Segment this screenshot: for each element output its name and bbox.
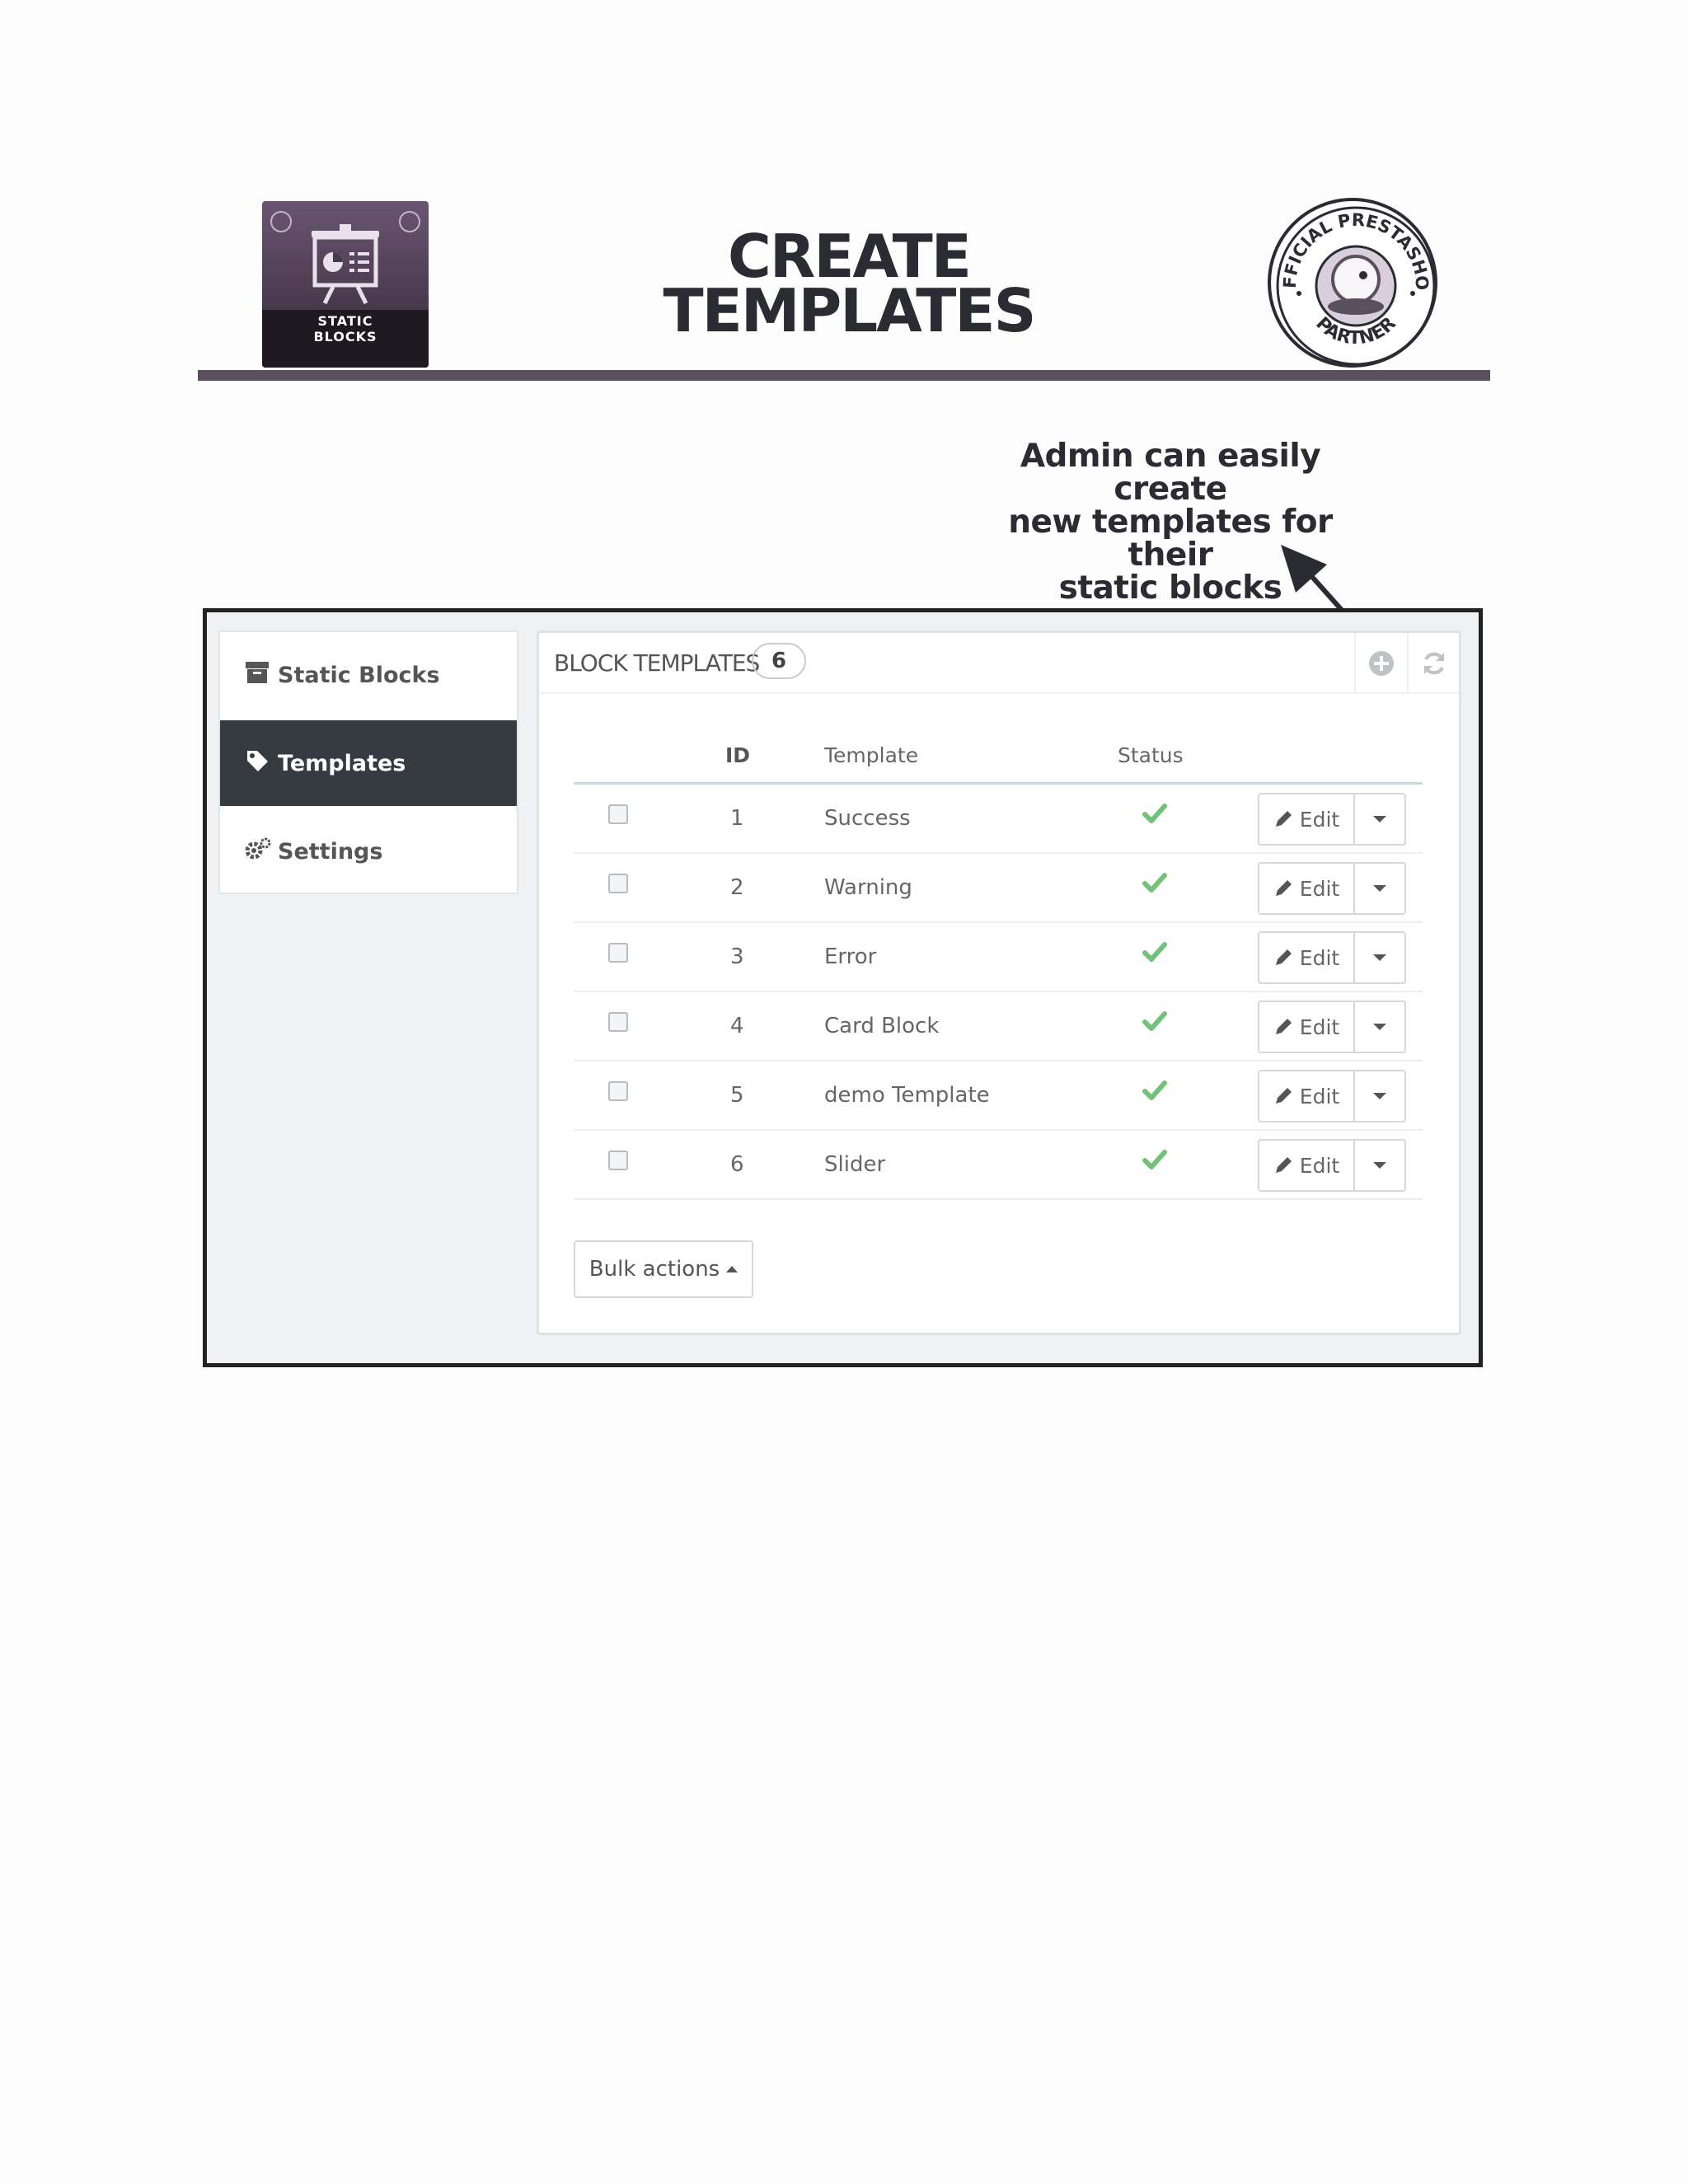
sidebar: Static Blocks Templates Settings <box>218 630 518 894</box>
sidebar-item-templates[interactable]: Templates <box>220 720 517 806</box>
row-id: 2 <box>730 875 744 900</box>
edit-label: Edit <box>1299 1015 1340 1039</box>
archive-icon <box>245 661 270 689</box>
logo-text: STATIC BLOCKS <box>313 313 377 344</box>
row-template-name: Success <box>824 806 911 831</box>
add-circle-icon <box>1369 651 1394 676</box>
column-header-template[interactable]: Template <box>824 743 918 767</box>
status-enabled-icon[interactable] <box>1142 1080 1167 1107</box>
templates-table: ID Template Status 1 Success Edit 2 Warn… <box>574 715 1423 1200</box>
edit-button[interactable]: Edit <box>1258 1139 1353 1192</box>
row-template-name: Card Block <box>824 1014 940 1038</box>
edit-label: Edit <box>1299 807 1340 832</box>
table-row: 5 demo Template Edit <box>574 1062 1423 1131</box>
pencil-icon <box>1275 1019 1292 1034</box>
row-checkbox[interactable] <box>608 804 628 824</box>
caret-down-icon <box>1373 1093 1386 1099</box>
status-enabled-icon[interactable] <box>1142 803 1167 830</box>
pencil-icon <box>1275 1157 1292 1173</box>
row-actions-dropdown[interactable] <box>1353 793 1406 846</box>
logo-corner-icon <box>399 211 420 232</box>
count-badge: 6 <box>752 643 806 679</box>
row-actions-dropdown[interactable] <box>1353 1001 1406 1053</box>
row-id: 3 <box>730 944 744 969</box>
pencil-icon <box>1275 1088 1292 1104</box>
edit-button[interactable]: Edit <box>1258 1001 1353 1053</box>
bulk-actions-label: Bulk actions <box>588 1257 720 1282</box>
row-checkbox[interactable] <box>608 1012 628 1032</box>
table-row: 4 Card Block Edit <box>574 992 1423 1062</box>
row-template-name: Slider <box>824 1152 886 1177</box>
sidebar-item-label: Static Blocks <box>278 662 440 688</box>
page-title: CREATE TEMPLATES <box>663 222 1037 345</box>
table-body: 1 Success Edit 2 Warning Edit 3 Error Ed… <box>574 785 1423 1200</box>
refresh-icon <box>1424 652 1444 675</box>
status-enabled-icon[interactable] <box>1142 941 1167 968</box>
edit-button[interactable]: Edit <box>1258 862 1353 915</box>
caret-down-icon <box>1373 1162 1386 1169</box>
table-header: ID Template Status <box>574 715 1423 785</box>
cogs-icon <box>245 837 271 866</box>
row-actions-dropdown[interactable] <box>1353 862 1406 915</box>
row-actions-dropdown[interactable] <box>1353 931 1406 984</box>
row-template-name: Warning <box>824 875 912 900</box>
partner-seal-icon: OFFICIAL PRESTASHOP PARTNER <box>1271 201 1436 366</box>
pencil-icon <box>1275 880 1292 896</box>
prestashop-partner-badge: OFFICIAL PRESTASHOP PARTNER <box>1268 198 1437 368</box>
edit-label: Edit <box>1299 945 1340 970</box>
logo-corner-icon <box>270 211 292 232</box>
edit-button[interactable]: Edit <box>1258 931 1353 984</box>
edit-label: Edit <box>1299 876 1340 901</box>
caret-down-icon <box>1373 1024 1386 1030</box>
block-templates-panel: BLOCK TEMPLATES 6 ID Template Status 1 S… <box>537 630 1461 1335</box>
status-enabled-icon[interactable] <box>1142 872 1167 899</box>
row-checkbox[interactable] <box>608 1081 628 1101</box>
refresh-button[interactable] <box>1407 633 1460 694</box>
row-template-name: demo Template <box>824 1083 990 1108</box>
caret-down-icon <box>1373 954 1386 961</box>
row-actions-dropdown[interactable] <box>1353 1070 1406 1122</box>
row-id: 5 <box>730 1083 744 1108</box>
column-header-status[interactable]: Status <box>1118 743 1184 767</box>
panel-header: BLOCK TEMPLATES 6 <box>539 633 1459 694</box>
bulk-actions-button[interactable]: Bulk actions <box>574 1240 753 1298</box>
table-row: 3 Error Edit <box>574 923 1423 992</box>
status-enabled-icon[interactable] <box>1142 1149 1167 1176</box>
row-checkbox[interactable] <box>608 943 628 963</box>
edit-button[interactable]: Edit <box>1258 793 1353 846</box>
row-id: 4 <box>730 1014 744 1038</box>
sidebar-item-label: Settings <box>278 838 383 865</box>
row-id: 6 <box>730 1152 744 1177</box>
edit-label: Edit <box>1299 1153 1340 1178</box>
row-checkbox[interactable] <box>608 1151 628 1170</box>
edit-label: Edit <box>1299 1084 1340 1108</box>
sidebar-item-label: Templates <box>278 750 406 776</box>
tag-icon <box>245 749 270 778</box>
pencil-icon <box>1275 811 1292 827</box>
module-logo: STATIC BLOCKS <box>262 201 429 368</box>
panel-title: BLOCK TEMPLATES <box>554 649 760 677</box>
table-row: 2 Warning Edit <box>574 854 1423 923</box>
caret-down-icon <box>1373 885 1386 892</box>
table-row: 6 Slider Edit <box>574 1131 1423 1200</box>
presentation-board-icon <box>312 224 379 305</box>
row-template-name: Error <box>824 944 877 969</box>
row-actions-dropdown[interactable] <box>1353 1139 1406 1192</box>
caret-down-icon <box>1373 816 1386 823</box>
sidebar-item-static-blocks[interactable]: Static Blocks <box>220 632 517 718</box>
row-checkbox[interactable] <box>608 874 628 893</box>
table-row: 1 Success Edit <box>574 785 1423 854</box>
column-header-id[interactable]: ID <box>725 743 750 767</box>
admin-screenshot: Static Blocks Templates Settings BLOCK T… <box>203 608 1483 1367</box>
header-divider <box>198 370 1490 381</box>
status-enabled-icon[interactable] <box>1142 1010 1167 1038</box>
add-template-button[interactable] <box>1354 633 1407 694</box>
pencil-icon <box>1275 949 1292 965</box>
caret-up-icon <box>726 1266 738 1272</box>
edit-button[interactable]: Edit <box>1258 1070 1353 1122</box>
row-id: 1 <box>730 806 744 831</box>
sidebar-item-settings[interactable]: Settings <box>220 808 517 894</box>
